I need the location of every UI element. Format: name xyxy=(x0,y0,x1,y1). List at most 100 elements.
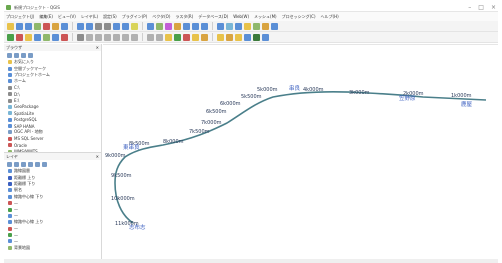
toolbar-button-icon[interactable] xyxy=(226,33,233,41)
toolbar-button-icon[interactable] xyxy=(77,22,84,30)
toolbar-button-icon[interactable] xyxy=(16,33,23,41)
toolbar-button-icon[interactable] xyxy=(34,33,41,41)
toolbar-button-icon[interactable] xyxy=(262,22,269,30)
toolbar-button-icon[interactable] xyxy=(201,33,208,41)
remove-layer-icon[interactable] xyxy=(42,161,47,167)
menu-item[interactable]: プロジェクト(J) xyxy=(6,12,34,21)
distance-marker-label: 9k000m xyxy=(105,153,126,159)
menu-item[interactable]: レイヤ(L) xyxy=(81,12,98,21)
toolbar-button-icon[interactable] xyxy=(253,33,260,41)
maximize-button[interactable]: □ xyxy=(478,4,484,11)
toolbar-button-icon[interactable] xyxy=(113,22,120,30)
toolbar-button-icon[interactable] xyxy=(122,33,129,41)
layers-panel-title: レイヤ xyxy=(6,154,18,159)
toolbar-button-icon[interactable] xyxy=(217,22,224,30)
toolbar-button-icon[interactable] xyxy=(122,22,129,30)
layer-type-icon xyxy=(8,104,12,109)
toolbar-button-icon[interactable] xyxy=(77,33,84,41)
toolbar-button-icon[interactable] xyxy=(52,22,59,30)
toolbar-button-icon[interactable] xyxy=(235,22,242,30)
filter-icon[interactable] xyxy=(14,52,19,58)
filter-legend-icon[interactable] xyxy=(21,161,26,167)
toolbar-button-icon[interactable] xyxy=(86,33,93,41)
menu-item[interactable]: ベクタ(O) xyxy=(152,12,170,21)
layer-type-icon xyxy=(8,130,12,135)
panel-close-icon[interactable]: ✕ xyxy=(96,44,99,51)
toolbar-button-icon[interactable] xyxy=(226,22,233,30)
toolbar-button-icon[interactable] xyxy=(244,33,251,41)
toolbar-button-icon[interactable] xyxy=(156,33,163,41)
toolbar-button-icon[interactable] xyxy=(253,22,260,30)
toolbar-button-icon[interactable] xyxy=(244,22,251,30)
toolbar-button-icon[interactable] xyxy=(43,33,50,41)
menu-item[interactable]: メッシュ(M) xyxy=(254,12,277,21)
toolbar-button-icon[interactable] xyxy=(174,22,181,30)
toolbar-button-icon[interactable] xyxy=(147,22,154,30)
map-canvas[interactable]: 11k000m 10k000m 9k500m 9k000m 8k500m 8k000m 7k… xyxy=(103,44,498,259)
refresh-icon[interactable] xyxy=(7,52,12,58)
menu-item[interactable]: 編集(E) xyxy=(39,12,53,21)
minimize-button[interactable]: – xyxy=(468,4,471,11)
collapse-icon[interactable] xyxy=(21,52,26,58)
style-icon[interactable] xyxy=(7,161,12,167)
toolbar-button-icon[interactable] xyxy=(43,22,50,30)
toolbar-button-icon[interactable] xyxy=(165,33,172,41)
toolbar-button-icon[interactable] xyxy=(147,33,154,41)
layers-tree-item[interactable]: 背景地図 xyxy=(4,245,101,251)
toolbar-button-icon[interactable] xyxy=(25,22,32,30)
toolbar-button-icon[interactable] xyxy=(95,22,102,30)
menu-item[interactable]: ビュー(V) xyxy=(58,12,76,21)
toolbar-button-icon[interactable] xyxy=(174,33,181,41)
station-name-label: 鹿屋 xyxy=(461,102,473,108)
toolbar-button-icon[interactable] xyxy=(25,33,32,41)
toolbar-button-icon[interactable] xyxy=(217,33,224,41)
properties-icon[interactable] xyxy=(28,52,33,58)
menu-bar: プロジェクト(J) 編集(E) ビュー(V) レイヤ(L) 設定(S) プラグイン(P) ベ… xyxy=(4,12,498,21)
layer-type-icon xyxy=(8,220,12,225)
toolbar-button-icon[interactable] xyxy=(95,33,102,41)
layer-type-icon xyxy=(8,239,12,244)
toolbar-button-icon[interactable] xyxy=(7,33,14,41)
toolbar-button-icon[interactable] xyxy=(201,22,208,30)
browser-tree: お気に入り 空間ブックマーク プロジェクトホーム ホーム C:\ D:\ E:\ GeoPac… xyxy=(4,59,101,161)
distance-marker-label: 8k000m xyxy=(163,139,184,145)
menu-item[interactable]: ヘルプ(H) xyxy=(321,12,339,21)
toolbar-button-icon[interactable] xyxy=(262,33,269,41)
toolbar-button-icon[interactable] xyxy=(183,22,190,30)
toolbar-button-icon[interactable] xyxy=(86,22,93,30)
menu-item[interactable]: データベース(D) xyxy=(198,12,228,21)
toolbar-button-icon[interactable] xyxy=(61,33,68,41)
menu-item[interactable]: 設定(S) xyxy=(103,12,117,21)
expand-all-icon[interactable] xyxy=(28,161,33,167)
toolbar-button-icon[interactable] xyxy=(113,33,120,41)
toolbar-button-icon[interactable] xyxy=(52,33,59,41)
menu-item[interactable]: ラスタ(R) xyxy=(175,12,193,21)
toolbar-button-icon[interactable] xyxy=(165,22,172,30)
layers-item-label: — xyxy=(14,213,18,219)
add-group-icon[interactable] xyxy=(14,161,19,167)
toolbar-button-icon[interactable] xyxy=(104,22,111,30)
close-button[interactable]: × xyxy=(491,4,496,11)
toolbar-button-icon[interactable] xyxy=(235,33,242,41)
toolbar-button-icon[interactable] xyxy=(192,33,199,41)
layer-type-icon xyxy=(8,111,12,116)
toolbar-button-icon[interactable] xyxy=(16,22,23,30)
distance-marker-label: 6k500m xyxy=(206,109,227,115)
toolbar-button-icon[interactable] xyxy=(271,22,278,30)
collapse-all-icon[interactable] xyxy=(35,161,40,167)
panel-close-icon[interactable]: ✕ xyxy=(96,153,99,160)
toolbar-button-icon[interactable] xyxy=(156,22,163,30)
status-bar xyxy=(4,259,498,263)
toolbar-button-icon[interactable] xyxy=(131,33,138,41)
layers-item-label: — xyxy=(14,207,18,213)
toolbar-button-icon[interactable] xyxy=(34,22,41,30)
toolbar-button-icon[interactable] xyxy=(183,33,190,41)
menu-item[interactable]: プロセッシング(C) xyxy=(282,12,316,21)
toolbar-button-icon[interactable] xyxy=(131,22,138,30)
toolbar-button-icon[interactable] xyxy=(7,22,14,30)
toolbar-button-icon[interactable] xyxy=(104,33,111,41)
toolbar-button-icon[interactable] xyxy=(61,22,68,30)
toolbar-button-icon[interactable] xyxy=(192,22,199,30)
menu-item[interactable]: Web(W) xyxy=(233,12,249,21)
menu-item[interactable]: プラグイン(P) xyxy=(122,12,148,21)
